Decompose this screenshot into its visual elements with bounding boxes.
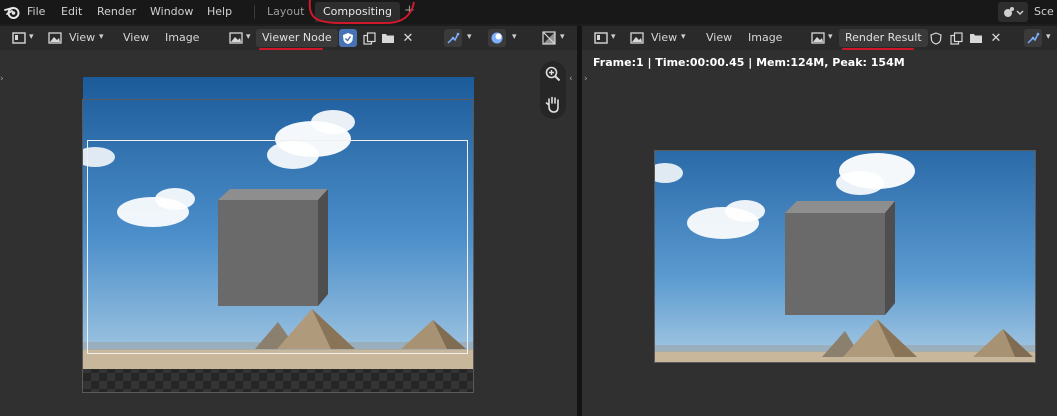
close-icon: ✕	[402, 30, 414, 46]
duplicate-image-button[interactable]	[360, 29, 378, 47]
chevron-right-icon[interactable]: ›	[584, 74, 588, 84]
chevron-down-icon: ▾	[560, 32, 565, 42]
editor-type-button[interactable]	[592, 29, 610, 47]
sample-tool-button[interactable]	[1024, 29, 1042, 47]
scene-name: Sce	[1034, 5, 1054, 18]
close-icon: ✕	[990, 30, 1002, 46]
shield-icon	[343, 32, 353, 44]
chevron-down-icon: ▾	[29, 32, 34, 42]
navigation-gizmo	[540, 61, 566, 119]
fake-user-button[interactable]	[339, 29, 357, 47]
render-result-image	[654, 150, 1036, 363]
unlink-image-button[interactable]: ✕	[987, 29, 1005, 47]
right-editor-header: ▾ View ▾ View Image ▾ Render Result ✕ ▾	[582, 26, 1057, 50]
view-dropdown-label[interactable]: View	[651, 31, 677, 44]
open-image-button[interactable]	[379, 29, 397, 47]
editor-type-button[interactable]	[10, 29, 28, 47]
browse-image-button[interactable]	[227, 29, 245, 47]
chevron-right-icon[interactable]: ›	[0, 74, 4, 84]
image-name-field[interactable]: Render Result	[839, 29, 928, 47]
duplicate-image-button[interactable]	[947, 29, 965, 47]
chevron-left-icon[interactable]: ‹	[569, 74, 573, 84]
browse-image-button[interactable]	[809, 29, 827, 47]
scene-icon	[1004, 7, 1024, 17]
view-mode-button[interactable]	[46, 29, 64, 47]
open-image-button[interactable]	[967, 29, 985, 47]
scene-selector-button[interactable]	[998, 2, 1028, 22]
menu-divider	[254, 5, 255, 19]
annotation-circle	[308, 0, 415, 24]
image-browse-icon	[811, 32, 825, 44]
crop-frame[interactable]	[87, 140, 468, 354]
menu-image[interactable]: Image	[748, 31, 782, 44]
left-image-viewport[interactable]: › ‹	[0, 50, 577, 416]
shield-icon	[930, 31, 942, 45]
channels-button[interactable]	[540, 29, 558, 47]
chevron-down-icon: ▾	[99, 32, 104, 42]
menu-view[interactable]: View	[123, 31, 149, 44]
chevron-down-icon: ▾	[467, 32, 472, 42]
image-browse-icon	[229, 32, 243, 44]
menu-help[interactable]: Help	[207, 5, 232, 18]
duplicate-icon	[362, 31, 376, 45]
image-name-field[interactable]: Viewer Node	[256, 29, 338, 47]
chevron-down-icon: ▾	[246, 32, 251, 42]
display-channels-icon	[542, 31, 556, 45]
right-image-viewport[interactable]: › Frame:1 | Time:00:00.45 | Mem:124M, Pe…	[582, 50, 1057, 416]
folder-icon	[970, 34, 982, 43]
image-editor-icon	[594, 32, 608, 44]
overlay-toggle-button[interactable]	[488, 29, 506, 47]
zoom-icon[interactable]	[545, 66, 561, 82]
view-dropdown-label[interactable]: View	[69, 31, 95, 44]
image-icon	[630, 32, 644, 44]
chevron-down-icon: ▾	[681, 32, 686, 42]
menu-view[interactable]: View	[706, 31, 732, 44]
sample-tool-icon	[447, 32, 460, 44]
menu-image[interactable]: Image	[165, 31, 199, 44]
top-menu-bar: File Edit Render Window Help Layout Comp…	[0, 0, 1057, 24]
sample-tool-icon	[1027, 32, 1040, 44]
duplicate-icon	[949, 31, 963, 45]
chevron-down-icon: ▾	[828, 32, 833, 42]
scene-render	[655, 151, 1035, 362]
chevron-down-icon: ▾	[512, 32, 517, 42]
left-editor-header: ▾ View ▾ View Image ▾ Viewer Node ✕ ▾ ▾ …	[0, 26, 577, 50]
folder-icon	[382, 34, 394, 43]
overlay-icon	[491, 32, 503, 44]
menu-edit[interactable]: Edit	[61, 5, 82, 18]
chevron-down-icon: ▾	[1046, 32, 1051, 42]
image-icon	[48, 32, 62, 44]
fake-user-button[interactable]	[927, 29, 945, 47]
pan-hand-icon[interactable]	[545, 95, 561, 113]
unlink-image-button[interactable]: ✕	[399, 29, 417, 47]
view-mode-button[interactable]	[628, 29, 646, 47]
render-info-text: Frame:1 | Time:00:00.45 | Mem:124M, Peak…	[593, 56, 905, 69]
menu-window[interactable]: Window	[150, 5, 193, 18]
menu-render[interactable]: Render	[97, 5, 136, 18]
menu-file[interactable]: File	[27, 5, 45, 18]
sample-tool-button[interactable]	[444, 29, 462, 47]
chevron-down-icon: ▾	[611, 32, 616, 42]
blender-logo-icon[interactable]	[4, 5, 20, 19]
image-editor-icon	[12, 32, 26, 44]
